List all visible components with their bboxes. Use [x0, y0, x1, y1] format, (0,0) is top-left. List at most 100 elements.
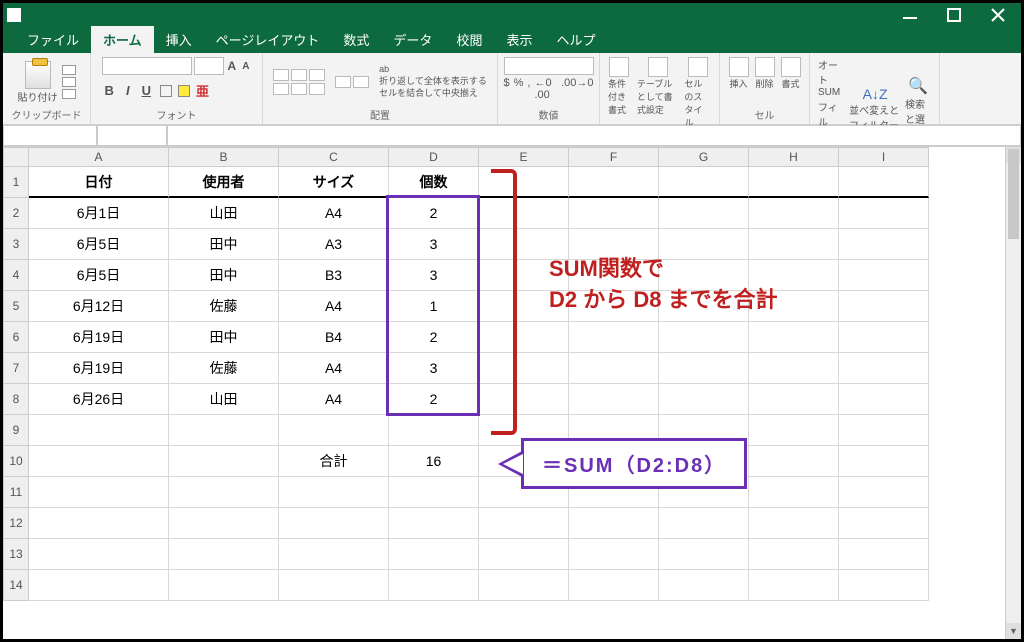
menu-tab-1[interactable]: ホーム: [91, 26, 154, 53]
cell-G7[interactable]: [659, 353, 749, 384]
vertical-scrollbar[interactable]: ▲ ▼: [1005, 147, 1021, 639]
cell-H6[interactable]: [749, 322, 839, 353]
underline-button[interactable]: U: [139, 83, 154, 98]
menu-tab-5[interactable]: データ: [381, 26, 444, 53]
cell-B14[interactable]: [169, 570, 279, 601]
cell-D13[interactable]: [389, 539, 479, 570]
cell-E2[interactable]: [479, 198, 569, 229]
cell-B6[interactable]: 田中: [169, 322, 279, 353]
cell-B11[interactable]: [169, 477, 279, 508]
col-header-D[interactable]: D: [389, 147, 479, 167]
cell-F2[interactable]: [569, 198, 659, 229]
cell-H13[interactable]: [749, 539, 839, 570]
cell-D14[interactable]: [389, 570, 479, 601]
cell-E12[interactable]: [479, 508, 569, 539]
font-size-dropdown[interactable]: [194, 57, 224, 75]
format-cells-button[interactable]: 書式: [781, 57, 801, 90]
cell-C11[interactable]: [279, 477, 389, 508]
cell-B8[interactable]: 山田: [169, 384, 279, 415]
cell-A8[interactable]: 6月26日: [29, 384, 169, 415]
row-header-6[interactable]: 6: [3, 322, 29, 353]
italic-button[interactable]: I: [123, 83, 133, 98]
cell-E1[interactable]: [479, 167, 569, 198]
cell-H9[interactable]: [749, 415, 839, 446]
paste-button[interactable]: 貼り付け: [18, 61, 58, 104]
minimize-button[interactable]: [901, 6, 921, 24]
cell-B12[interactable]: [169, 508, 279, 539]
menu-tab-8[interactable]: ヘルプ: [544, 26, 607, 53]
cell-I9[interactable]: [839, 415, 929, 446]
font-color-button[interactable]: 亜: [196, 81, 209, 100]
cell-A10[interactable]: [29, 446, 169, 477]
cell-G12[interactable]: [659, 508, 749, 539]
name-box[interactable]: [3, 125, 97, 146]
cell-B1[interactable]: 使用者: [169, 167, 279, 198]
cell-I11[interactable]: [839, 477, 929, 508]
cell-C1[interactable]: サイズ: [279, 167, 389, 198]
cell-D4[interactable]: 3: [389, 260, 479, 291]
cell-A14[interactable]: [29, 570, 169, 601]
row-header-3[interactable]: 3: [3, 229, 29, 260]
merge-center-button[interactable]: セルを結合して中央揃え: [379, 88, 487, 100]
number-format-dropdown[interactable]: [504, 57, 594, 75]
cell-D9[interactable]: [389, 415, 479, 446]
percent-button[interactable]: %: [514, 77, 524, 101]
cell-D2[interactable]: 2: [389, 198, 479, 229]
currency-button[interactable]: $: [504, 77, 510, 101]
cell-C13[interactable]: [279, 539, 389, 570]
cell-D3[interactable]: 3: [389, 229, 479, 260]
cell-A1[interactable]: 日付: [29, 167, 169, 198]
maximize-button[interactable]: [945, 6, 965, 24]
cell-B4[interactable]: 田中: [169, 260, 279, 291]
col-header-B[interactable]: B: [169, 147, 279, 167]
col-header-I[interactable]: I: [839, 147, 929, 167]
cell-H7[interactable]: [749, 353, 839, 384]
cell-A6[interactable]: 6月19日: [29, 322, 169, 353]
delete-cells-button[interactable]: 削除: [755, 57, 775, 90]
cell-E6[interactable]: [479, 322, 569, 353]
cell-H8[interactable]: [749, 384, 839, 415]
cell-A5[interactable]: 6月12日: [29, 291, 169, 322]
cell-I10[interactable]: [839, 446, 929, 477]
cut-icon[interactable]: [62, 65, 76, 75]
increase-decimal-button[interactable]: ←0 .00: [534, 77, 557, 101]
cell-F1[interactable]: [569, 167, 659, 198]
wrap-text-button[interactable]: 折り返して全体を表示する: [379, 76, 487, 88]
col-header-C[interactable]: C: [279, 147, 389, 167]
close-button[interactable]: [989, 6, 1009, 24]
row-header-4[interactable]: 4: [3, 260, 29, 291]
cell-B2[interactable]: 山田: [169, 198, 279, 229]
cell-F14[interactable]: [569, 570, 659, 601]
cell-H1[interactable]: [749, 167, 839, 198]
cell-D5[interactable]: 1: [389, 291, 479, 322]
cell-B3[interactable]: 田中: [169, 229, 279, 260]
cell-C4[interactable]: B3: [279, 260, 389, 291]
cell-C6[interactable]: B4: [279, 322, 389, 353]
cell-B9[interactable]: [169, 415, 279, 446]
cell-D10[interactable]: 16: [389, 446, 479, 477]
border-button[interactable]: [160, 85, 172, 97]
cell-B7[interactable]: 佐藤: [169, 353, 279, 384]
select-all-button[interactable]: [3, 147, 29, 167]
font-family-dropdown[interactable]: [102, 57, 192, 75]
cell-I2[interactable]: [839, 198, 929, 229]
cell-I13[interactable]: [839, 539, 929, 570]
cell-C12[interactable]: [279, 508, 389, 539]
cell-A13[interactable]: [29, 539, 169, 570]
col-header-A[interactable]: A: [29, 147, 169, 167]
menu-tab-2[interactable]: 挿入: [154, 26, 204, 53]
cell-F6[interactable]: [569, 322, 659, 353]
row-header-8[interactable]: 8: [3, 384, 29, 415]
cell-I6[interactable]: [839, 322, 929, 353]
spreadsheet-grid[interactable]: ABCDEFGHI 1234567891011121314 日付使用者サイズ個数…: [3, 147, 1021, 639]
cell-A3[interactable]: 6月5日: [29, 229, 169, 260]
cell-I12[interactable]: [839, 508, 929, 539]
cell-B10[interactable]: [169, 446, 279, 477]
cell-E8[interactable]: [479, 384, 569, 415]
bold-button[interactable]: B: [102, 83, 117, 98]
cell-E14[interactable]: [479, 570, 569, 601]
cell-I14[interactable]: [839, 570, 929, 601]
row-header-14[interactable]: 14: [3, 570, 29, 601]
formula-input[interactable]: [167, 125, 1021, 146]
conditional-format-button[interactable]: 条件付き書式: [608, 57, 631, 129]
